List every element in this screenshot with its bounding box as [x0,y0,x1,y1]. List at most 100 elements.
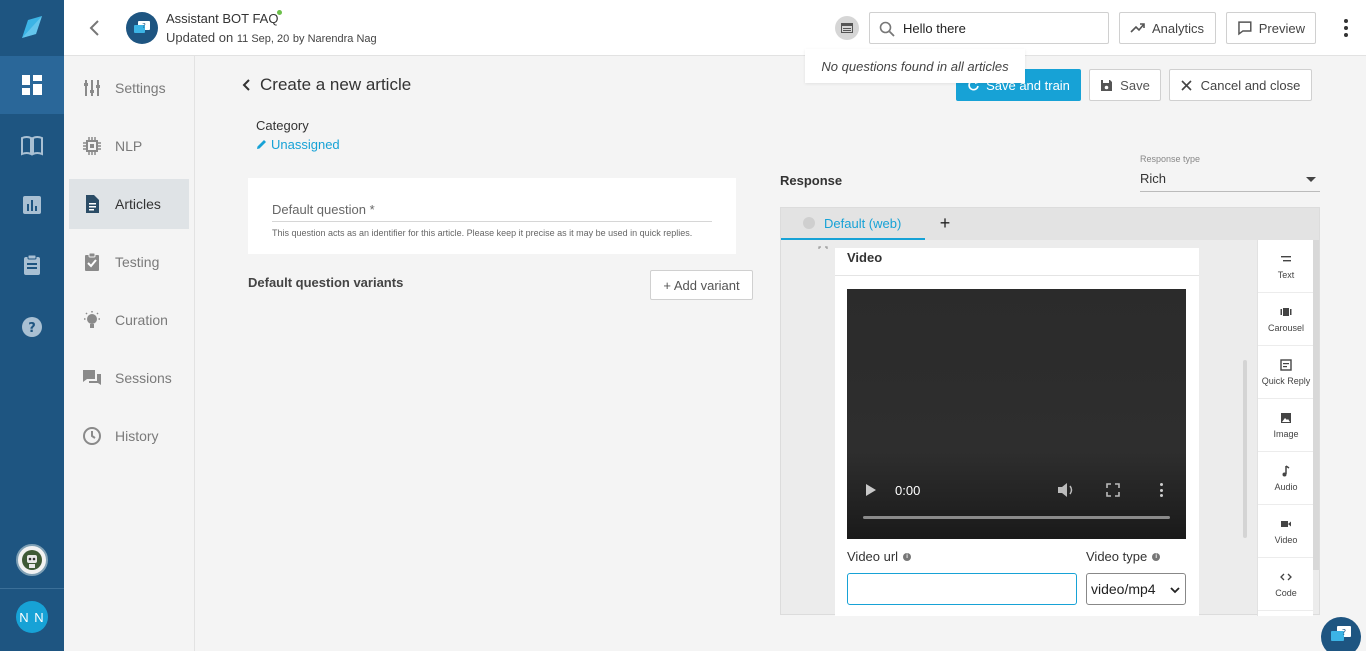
bot-avatar[interactable] [16,544,48,576]
app-logo-icon[interactable] [16,12,48,44]
tab-default-web-label: Default (web) [824,215,902,231]
updated-prefix: Updated on [166,30,234,45]
palette-quick-reply-label: Quick Reply [1261,375,1311,386]
search-icon [879,21,895,37]
close-icon [1181,79,1192,91]
info-icon[interactable]: i [1152,552,1161,561]
video-url-label: Video url [847,549,899,564]
nav-item-settings[interactable]: Settings [69,63,189,113]
more-menu-icon[interactable] [1336,16,1356,40]
palette-carousel[interactable]: Carousel [1258,293,1314,346]
palette-code-label: Code [1275,587,1297,598]
book-icon [21,136,43,156]
video-player[interactable]: 0:00 [847,289,1186,539]
info-icon[interactable]: i [903,552,912,561]
back-chevron-icon[interactable] [86,18,104,38]
floppy-icon [1101,79,1113,91]
rail-tasks-button[interactable] [0,236,64,294]
window-icon [841,23,853,33]
component-palette: Text Carousel Quick Reply Image Audio Vi… [1257,240,1314,616]
section-nav: Settings NLP Articles Testing Curation S… [64,56,195,651]
cancel-and-close-button[interactable]: Cancel and close [1169,69,1312,101]
main-content: Create a new article Save and train Save… [196,56,1366,651]
user-avatar[interactable]: N N [16,601,48,633]
layout-toggle-button[interactable] [835,16,859,40]
nav-item-sessions[interactable]: Sessions [69,353,189,403]
response-type-select[interactable]: Rich [1140,168,1320,192]
video-type-label: Video type [1086,549,1148,564]
search-results-popup: No questions found in all articles [805,49,1025,83]
music-note-icon [1282,464,1290,476]
nav-label-articles: Articles [115,196,161,212]
history-icon [81,425,103,447]
palette-audio-label: Audio [1274,481,1298,492]
chevron-down-icon [1170,587,1180,594]
add-tab-button[interactable]: + [937,214,953,232]
rail-dashboard-button[interactable] [0,56,64,114]
video-type-label-row: Video type i [1086,549,1161,564]
nav-item-curation[interactable]: Curation [69,295,189,345]
back-chevron-icon [242,79,250,91]
add-variant-button[interactable]: + Add variant [650,270,753,300]
nav-item-testing[interactable]: Testing [69,237,189,287]
volume-icon[interactable] [1057,482,1075,498]
response-type-value: Rich [1140,171,1167,186]
app-rail: ? N N [0,0,64,651]
editor-scrollbar[interactable] [1243,360,1247,538]
category-value: Unassigned [271,137,340,152]
code-icon [1280,573,1292,580]
search-input[interactable] [903,13,1103,43]
chat-bubble-icon [1238,21,1252,36]
image-icon [1281,412,1291,423]
rail-knowledge-button[interactable] [0,116,64,174]
collapse-icon[interactable] [818,246,828,254]
response-type-label: Response type [1140,154,1201,164]
analytics-button[interactable]: Analytics [1119,12,1216,44]
video-url-input[interactable] [847,573,1077,605]
svg-text:?: ? [142,22,146,30]
palette-image-label: Image [1273,428,1299,439]
nav-item-history[interactable]: History [69,411,189,461]
palette-text[interactable]: Text [1258,240,1314,293]
nav-label-history: History [115,428,159,444]
preview-button[interactable]: Preview [1226,12,1316,44]
play-icon[interactable] [866,484,876,496]
nav-label-sessions: Sessions [115,370,172,386]
search-box[interactable] [869,12,1109,44]
lightbulb-icon [81,309,103,331]
palette-code[interactable]: Code [1258,558,1314,611]
text-lines-icon [1281,255,1291,261]
cancel-and-close-label: Cancel and close [1200,77,1301,93]
video-type-select[interactable]: video/mp4 [1086,573,1186,605]
search-empty-message: No questions found in all articles [821,58,1009,74]
palette-scrollbar[interactable] [1313,240,1319,570]
palette-image[interactable]: Image [1258,399,1314,452]
tab-default-web[interactable]: Default (web) [781,208,925,240]
palette-quick-reply[interactable]: Quick Reply [1258,346,1314,399]
updated-by: by Narendra Nag [292,33,377,45]
nav-item-articles[interactable]: Articles [69,179,189,229]
fullscreen-icon[interactable] [1106,483,1120,497]
player-more-icon[interactable] [1160,483,1164,497]
default-question-field[interactable]: Default question * [272,202,712,222]
rail-help-button[interactable]: ? [0,298,64,356]
palette-video-label: Video [1274,534,1298,545]
save-button[interactable]: Save [1089,69,1161,101]
player-progress-track[interactable] [863,516,1170,519]
chat-widget-button[interactable]: ? [1321,617,1361,651]
bot-chat-icon: ? [126,12,158,44]
nav-item-nlp[interactable]: NLP [69,121,189,171]
palette-video[interactable]: Video [1258,505,1314,558]
save-label: Save [1120,77,1150,93]
page-title[interactable]: Create a new article [242,75,411,95]
palette-audio[interactable]: Audio [1258,452,1314,505]
svg-text:?: ? [28,321,36,336]
default-question-help: This question acts as an identifier for … [272,228,693,238]
category-value-link[interactable]: Unassigned [256,137,340,152]
svg-text:?: ? [1342,628,1346,637]
category-label: Category [256,118,309,133]
quick-reply-icon [1280,358,1292,371]
palette-carousel-label: Carousel [1267,322,1305,333]
rail-analytics-button[interactable] [0,176,64,234]
caret-down-icon [1306,177,1316,182]
